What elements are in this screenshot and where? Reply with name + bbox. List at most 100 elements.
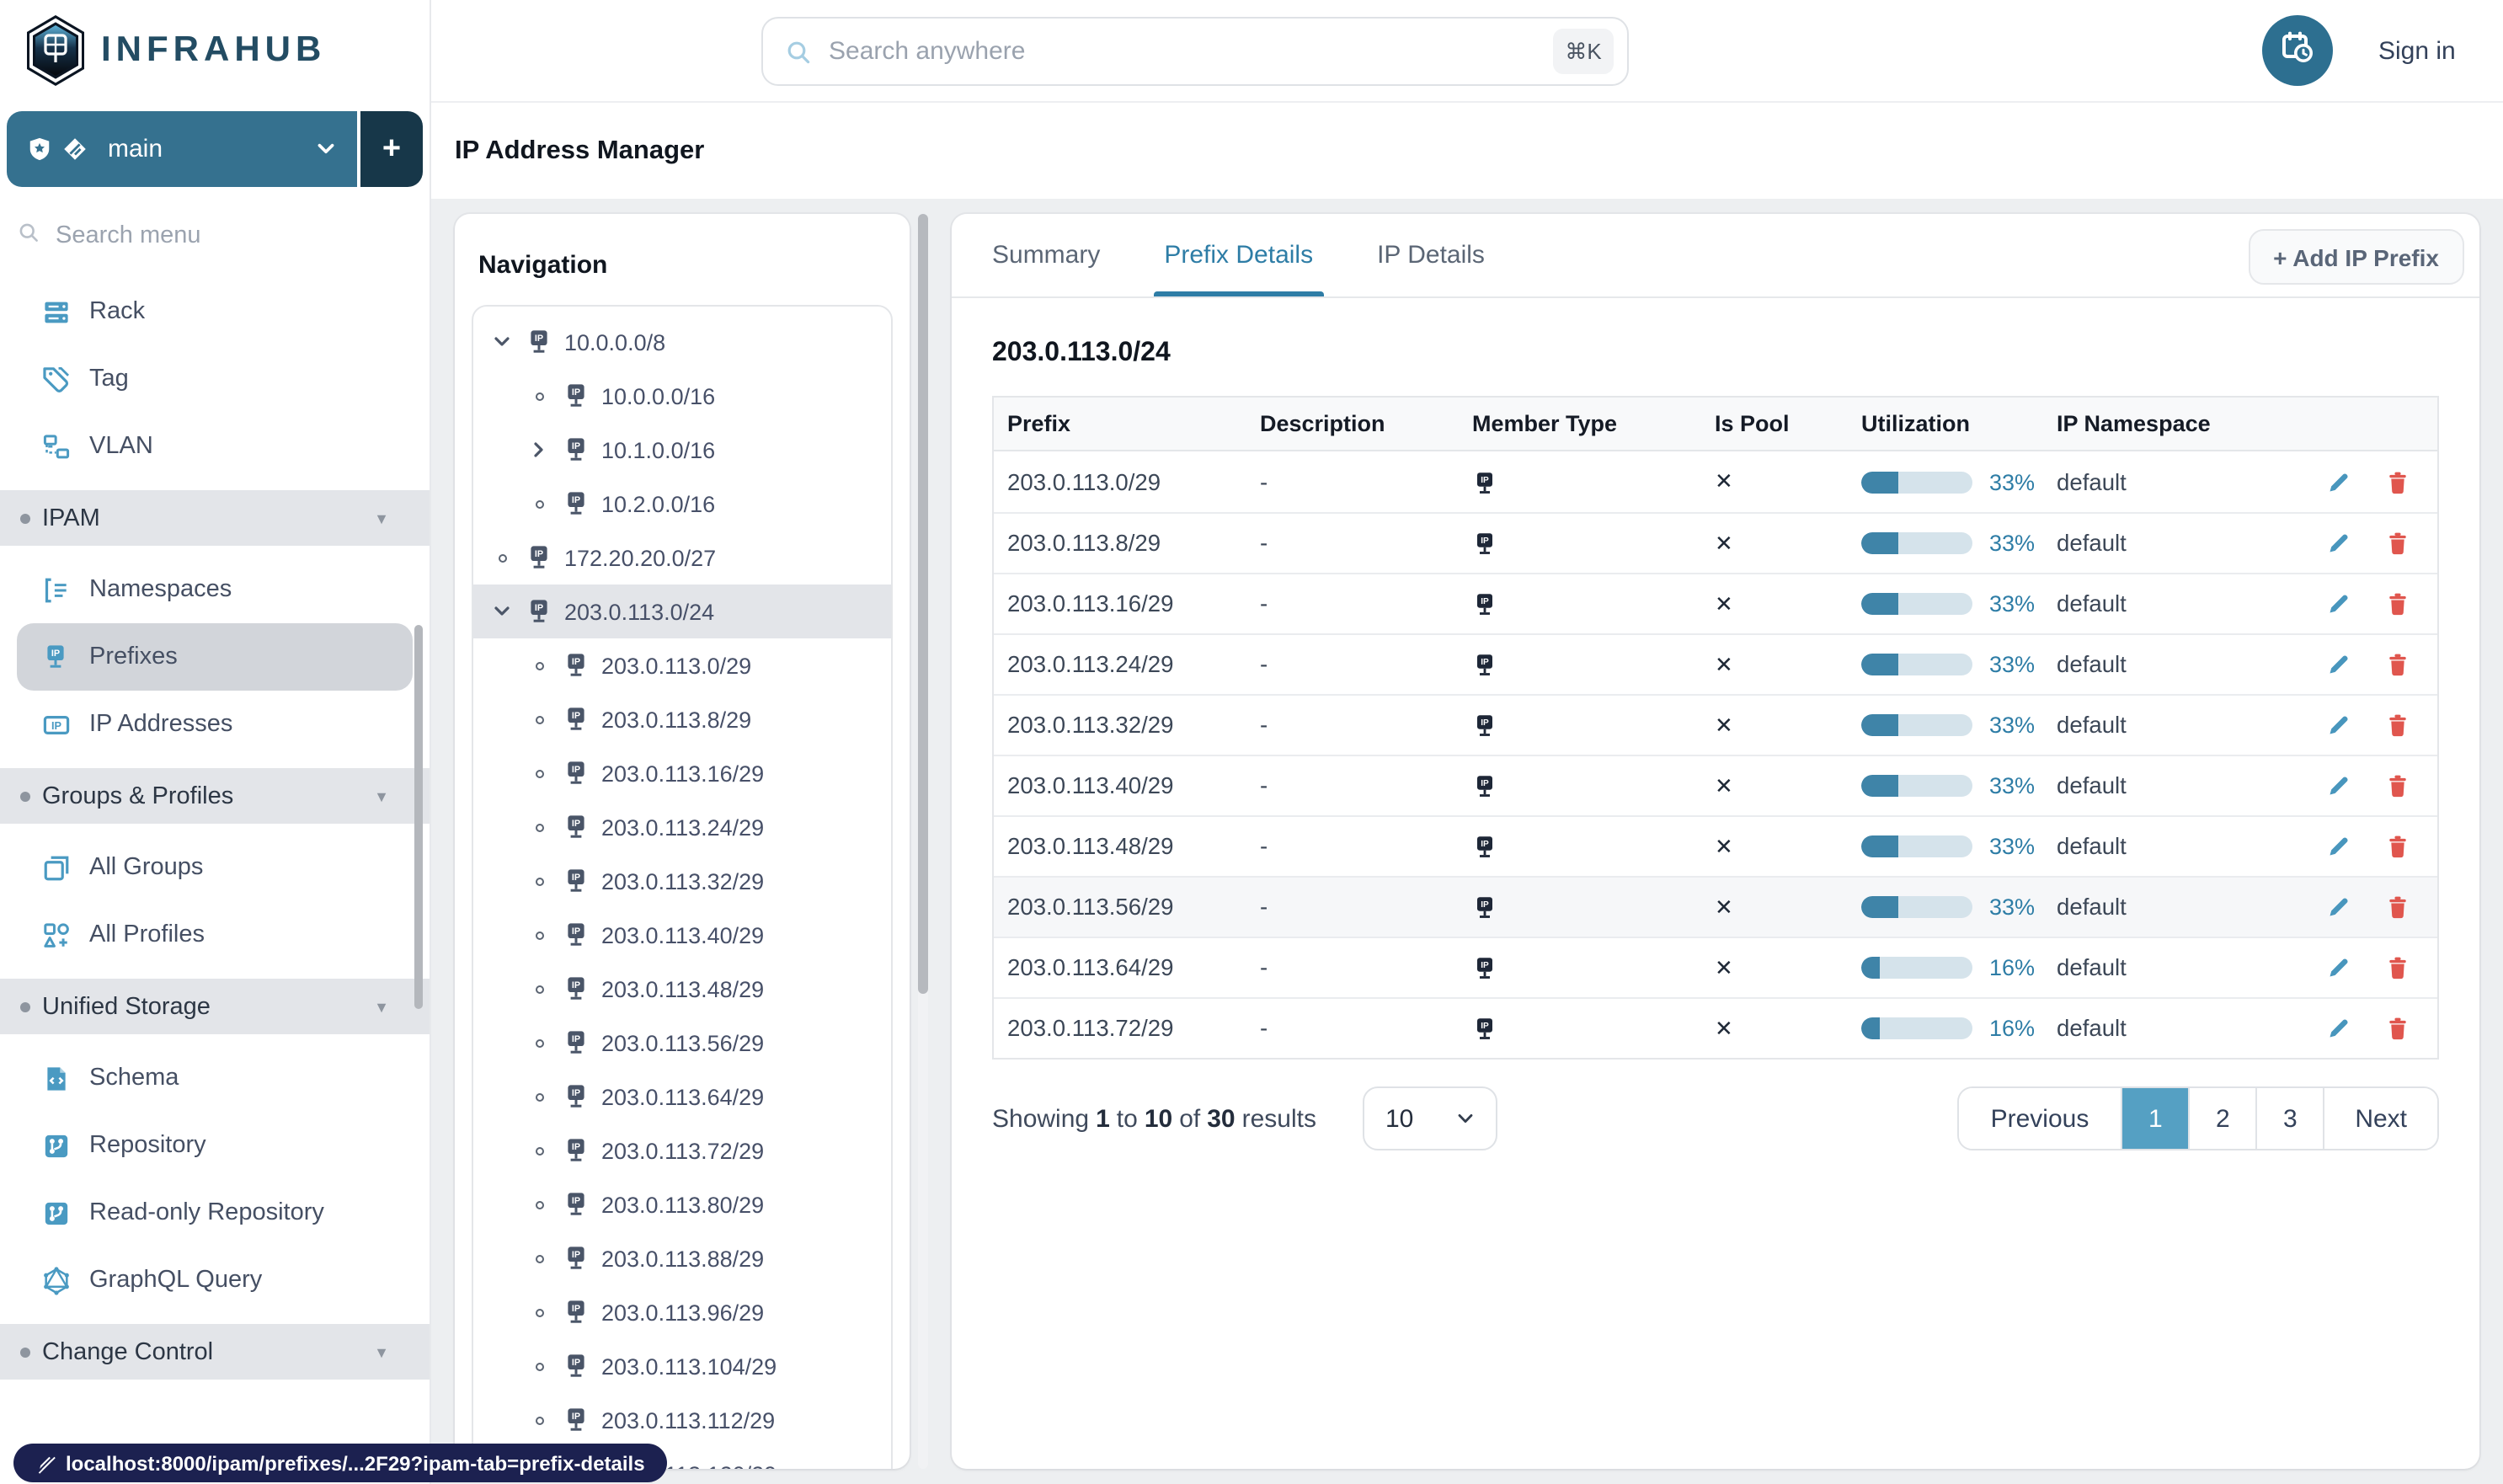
tree-item[interactable]: IP 203.0.113.32/29 xyxy=(473,854,891,908)
edit-button[interactable] xyxy=(2326,834,2351,859)
edit-button[interactable] xyxy=(2326,1016,2351,1041)
tree-item[interactable]: IP 203.0.113.40/29 xyxy=(473,908,891,962)
sidebar-section-change-control[interactable]: Change Control ▼ xyxy=(0,1324,430,1380)
tree-item[interactable]: IP 203.0.113.8/29 xyxy=(473,692,891,746)
tree-item[interactable]: IP 203.0.113.24/29 xyxy=(473,800,891,854)
edit-button[interactable] xyxy=(2326,713,2351,738)
delete-button[interactable] xyxy=(2385,1016,2410,1041)
pagination-page-1[interactable]: 1 xyxy=(2121,1088,2189,1149)
tree-item[interactable]: IP 10.2.0.0/16 xyxy=(473,477,891,531)
sidebar-section-ipam[interactable]: IPAM ▼ xyxy=(0,490,430,546)
svg-text:IP: IP xyxy=(572,1250,580,1260)
cell-member-type: IP xyxy=(1459,1016,1701,1041)
sidebar-item-tag[interactable]: Tag xyxy=(0,345,430,413)
delete-button[interactable] xyxy=(2385,894,2410,920)
tree-item[interactable]: IP 203.0.113.0/24 xyxy=(473,585,891,638)
navigation-scrollbar-thumb[interactable] xyxy=(918,214,928,994)
tree-item[interactable]: IP 203.0.113.104/29 xyxy=(473,1339,891,1393)
delete-button[interactable] xyxy=(2385,713,2410,738)
edit-button[interactable] xyxy=(2326,773,2351,798)
sidebar-item-vlan[interactable]: VLAN xyxy=(0,413,430,480)
sidebar-item-label: All Profiles xyxy=(89,921,205,948)
edit-button[interactable] xyxy=(2326,591,2351,617)
sidebar-item-label: Namespaces xyxy=(89,576,232,603)
delete-button[interactable] xyxy=(2385,652,2410,677)
x-mark-icon: ✕ xyxy=(1715,1015,1733,1040)
edit-button[interactable] xyxy=(2326,531,2351,556)
edit-button[interactable] xyxy=(2326,955,2351,980)
brand-logo[interactable]: INFRAHUB xyxy=(0,0,430,98)
tree-item[interactable]: IP 203.0.113.112/29 xyxy=(473,1393,891,1447)
ip-post-icon: IP xyxy=(1472,531,1497,556)
page-size-select[interactable]: 10 xyxy=(1363,1086,1498,1150)
utilization-bar xyxy=(1861,532,1972,554)
delete-button[interactable] xyxy=(2385,773,2410,798)
delete-button[interactable] xyxy=(2385,834,2410,859)
svg-text:IP: IP xyxy=(572,1358,580,1368)
sidebar-item-graphql-query[interactable]: GraphQL Query xyxy=(0,1246,430,1314)
x-mark-icon: ✕ xyxy=(1715,954,1733,980)
tree-item[interactable]: IP 203.0.113.72/29 xyxy=(473,1124,891,1177)
time-travel-button[interactable] xyxy=(2262,15,2333,86)
ip-post-icon: IP xyxy=(563,436,590,463)
tree-item[interactable]: IP 203.0.113.88/29 xyxy=(473,1231,891,1285)
sidebar-item-schema[interactable]: Schema xyxy=(0,1044,430,1112)
sidebar-item-all-groups[interactable]: All Groups xyxy=(0,834,430,901)
sidebar-item-ip-addresses[interactable]: IP IP Addresses xyxy=(0,691,430,758)
sidebar-item-prefixes[interactable]: IP Prefixes xyxy=(17,623,413,691)
repository-icon xyxy=(42,1198,71,1227)
delete-button[interactable] xyxy=(2385,955,2410,980)
tab-summary[interactable]: Summary xyxy=(992,214,1100,296)
sidebar-item-read-only-repository[interactable]: Read-only Repository xyxy=(0,1179,430,1246)
tab-prefix-details[interactable]: Prefix Details xyxy=(1154,214,1324,296)
pagination-previous[interactable]: Previous xyxy=(1958,1088,2121,1149)
global-search-input[interactable] xyxy=(829,37,1536,66)
sidebar-item-repository[interactable]: Repository xyxy=(0,1112,430,1179)
delete-button[interactable] xyxy=(2385,591,2410,617)
tree-item[interactable]: IP 203.0.113.48/29 xyxy=(473,962,891,1016)
tree-item[interactable]: IP 203.0.113.56/29 xyxy=(473,1016,891,1070)
sign-in-link[interactable]: Sign in xyxy=(2378,0,2456,103)
cell-actions xyxy=(2313,834,2437,859)
tree-item[interactable]: IP 172.20.20.0/27 xyxy=(473,531,891,585)
sidebar-item-rack[interactable]: Rack xyxy=(0,278,430,345)
sidebar-item-label: IP Addresses xyxy=(89,711,233,738)
tree-item-label: 203.0.113.56/29 xyxy=(601,1030,765,1055)
edit-button[interactable] xyxy=(2326,894,2351,920)
tree-item[interactable]: IP 203.0.113.96/29 xyxy=(473,1285,891,1339)
tree-item[interactable]: IP 203.0.113.80/29 xyxy=(473,1177,891,1231)
sidebar-scrollbar[interactable] xyxy=(414,625,423,1009)
navigation-scrollbar-track[interactable] xyxy=(918,214,928,1469)
sidebar-item-label: Schema xyxy=(89,1065,179,1092)
branch-selector[interactable]: main xyxy=(7,111,357,187)
add-ip-prefix-button[interactable]: + Add IP Prefix xyxy=(2248,229,2464,285)
ip-post-icon: IP xyxy=(1472,652,1497,677)
add-branch-button[interactable]: + xyxy=(360,111,423,187)
ip-post-icon: IP xyxy=(42,643,71,671)
tree-item[interactable]: IP 10.0.0.0/8 xyxy=(473,315,891,369)
sidebar-section-groups-profiles[interactable]: Groups & Profiles ▼ xyxy=(0,768,430,824)
leaf-circle-icon xyxy=(527,384,551,408)
sidebar-item-label: GraphQL Query xyxy=(89,1267,263,1294)
tree-item[interactable]: IP 203.0.113.0/29 xyxy=(473,638,891,692)
pagination-next[interactable]: Next xyxy=(2323,1088,2437,1149)
ip-post-icon: IP xyxy=(1472,1016,1497,1041)
svg-text:IP: IP xyxy=(1481,597,1489,606)
tab-ip-details[interactable]: IP Details xyxy=(1377,214,1485,296)
edit-button[interactable] xyxy=(2326,652,2351,677)
pagination-page-2[interactable]: 2 xyxy=(2188,1088,2256,1149)
tree-item[interactable]: IP 203.0.113.64/29 xyxy=(473,1070,891,1124)
edit-button[interactable] xyxy=(2326,469,2351,494)
sidebar-section-unified-storage[interactable]: Unified Storage ▼ xyxy=(0,979,430,1034)
tree-item[interactable]: IP 203.0.113.16/29 xyxy=(473,746,891,800)
delete-button[interactable] xyxy=(2385,531,2410,556)
pagination-page-3[interactable]: 3 xyxy=(2255,1088,2324,1149)
sidebar-search-input[interactable] xyxy=(56,222,359,249)
prefix-tree: IP 10.0.0.0/8 IP 10.0.0.0/16 IP 10.1.0.0/16 IP… xyxy=(472,305,893,1469)
delete-button[interactable] xyxy=(2385,469,2410,494)
tree-item[interactable]: IP 10.0.0.0/16 xyxy=(473,369,891,423)
tree-item[interactable]: IP 10.1.0.0/16 xyxy=(473,423,891,477)
ip-post-icon: IP xyxy=(563,1299,590,1326)
sidebar-item-namespaces[interactable]: Namespaces xyxy=(0,556,430,623)
sidebar-item-all-profiles[interactable]: All Profiles xyxy=(0,901,430,969)
